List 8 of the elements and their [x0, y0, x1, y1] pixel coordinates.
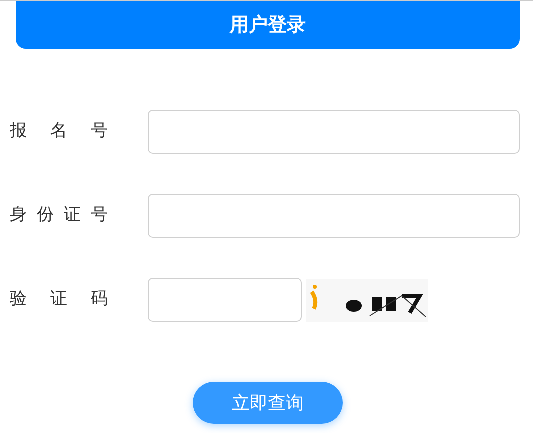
input-field[interactable]: [148, 194, 520, 238]
field-label: 报名号: [10, 120, 110, 144]
header-title: 用户登录: [230, 12, 306, 38]
captcha-input[interactable]: [148, 278, 302, 322]
submit-button[interactable]: 立即查询: [193, 382, 343, 424]
field-label: 身份证号: [10, 204, 110, 228]
field-label: 验证码: [10, 288, 110, 312]
input-field[interactable]: [148, 110, 520, 154]
